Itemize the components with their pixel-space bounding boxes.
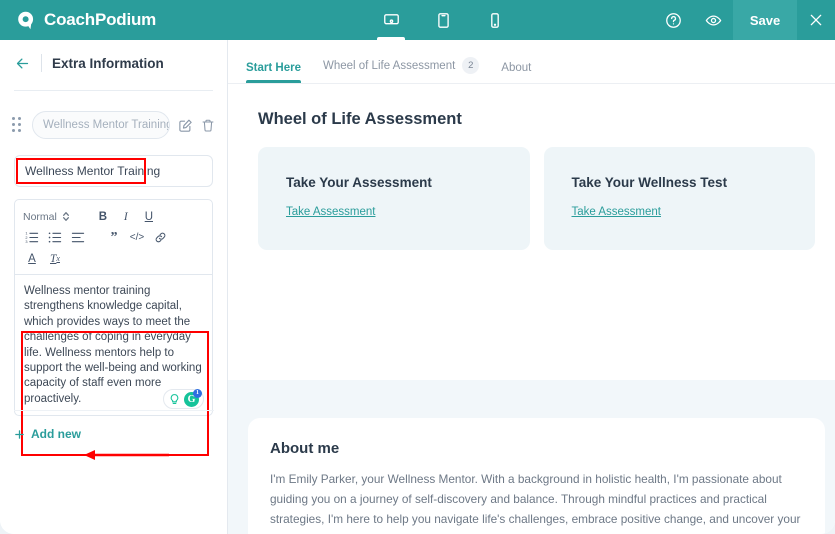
brand: CoachPodium [0,10,300,31]
title-input[interactable]: Wellness Mentor Training [14,155,213,187]
card-link[interactable]: Take Assessment [572,206,661,218]
brand-name: CoachPodium [44,10,157,29]
add-new-button[interactable]: Add new [14,427,81,441]
desktop-icon [383,13,399,24]
chevron-updown-icon [62,212,69,221]
help-circle-icon [665,12,681,28]
svg-text:2: 2 [25,236,27,240]
code-icon[interactable]: </> [128,229,146,247]
tab-start-here[interactable]: Start Here [246,62,301,83]
help-button[interactable] [653,0,693,40]
list-item: Wellness Mentor Training [0,105,227,145]
drag-handle-icon[interactable] [12,117,24,133]
device-mobile-button[interactable] [478,0,512,40]
delete-button[interactable] [201,118,215,133]
top-bar: CoachPodium Save [0,0,835,40]
device-desktop-button[interactable] [374,0,408,40]
svg-text:1: 1 [25,232,27,236]
svg-text:3: 3 [25,240,27,244]
sidebar-panel: Extra Information Wellness Mentor Traini… [0,40,228,534]
edit-button[interactable] [178,118,193,133]
link-icon[interactable] [151,229,169,247]
tab-label: About [501,62,532,74]
toolbar-row-1: Normal B I U [23,207,204,226]
bold-icon[interactable]: B [94,208,112,226]
close-icon [810,14,822,26]
device-tablet-button[interactable] [426,0,460,40]
add-new-section: Add new [0,410,228,441]
about-section: About me I'm Emily Parker, your Wellness… [248,418,825,534]
sidebar-rule [14,90,213,91]
tab-label: Start Here [246,62,301,74]
save-button[interactable]: Save [733,0,797,40]
card-link[interactable]: Take Assessment [286,206,375,218]
trash-icon [202,119,214,132]
tab-wheel-of-life-assessment[interactable]: Wheel of Life Assessment 2 [322,57,480,83]
about-text: I'm Emily Parker, your Wellness Mentor. … [270,472,801,534]
title-field-wrap: Wellness Mentor Training [14,155,213,187]
toolbar-row-3: A Tx [23,249,204,268]
tab-label: Wheel of Life Assessment [322,59,456,72]
item-name-readonly[interactable]: Wellness Mentor Training [32,111,170,139]
sidebar-header: Extra Information [0,44,227,82]
clear-format-icon[interactable]: Tx [46,250,64,268]
back-button[interactable] [14,56,31,71]
editor-content-area[interactable]: Wellness mentor training strengthens kno… [14,275,213,456]
card-title: Take Your Assessment [286,175,432,190]
speech-bubble-logo-icon [16,10,37,31]
body-row: Extra Information Wellness Mentor Traini… [0,40,835,534]
grammarly-g-icon: G 1 [184,388,202,407]
grammarly-badge[interactable]: G 1 [163,388,204,410]
about-title: About me [270,440,340,457]
close-button[interactable] [797,0,835,40]
plus-icon [15,429,24,439]
assessment-cards: Take Your Assessment Take Assessment Tak… [228,129,835,250]
format-select[interactable]: Normal [23,211,70,223]
text-color-icon[interactable]: A [23,250,41,268]
editor-toolbar: Normal B I U 1 2 3 ” </> A T x [14,199,213,275]
preview-pane: Start Here Wheel of Life Assessment 2 Ab… [228,40,835,534]
blockquote-icon[interactable]: ” [105,229,123,247]
page-title: Wheel of Life Assessment [258,110,462,128]
format-select-label: Normal [23,210,57,223]
mobile-icon [491,12,499,28]
card-title: Take Your Wellness Test [571,175,728,190]
ordered-list-icon[interactable]: 1 2 3 [23,229,41,247]
rich-text-editor: Normal B I U 1 2 3 ” </> A T x Wellness … [14,199,213,456]
italic-icon[interactable]: I [117,208,135,226]
edit-icon [179,119,192,132]
card-take-your-assessment: Take Your Assessment Take Assessment [258,147,530,250]
device-preview-group [374,0,512,40]
toolbar-row-2: 1 2 3 ” </> [23,228,204,247]
lightbulb-icon [170,393,179,404]
align-icon[interactable] [69,229,87,247]
sidebar-title: Extra Information [52,55,164,71]
add-new-label: Add new [31,427,81,441]
underline-icon[interactable]: U [140,208,158,226]
app-window: CoachPodium Save Extra Information Welln… [0,0,835,534]
tab-badge: 2 [462,57,480,74]
add-new-rule [14,410,214,411]
tablet-icon [437,12,449,28]
annotation-arrow-left-icon [84,450,169,460]
bullet-list-icon[interactable] [46,229,64,247]
arrow-left-icon [16,58,29,68]
preview-tabs: Start Here Wheel of Life Assessment 2 Ab… [228,40,835,84]
card-take-your-wellness-test: Take Your Wellness Test Take Assessment [543,147,815,250]
preview-button[interactable] [693,0,733,40]
grammarly-count-badge: 1 [193,388,202,398]
eye-icon [705,14,721,26]
header-divider [41,54,42,72]
topbar-actions: Save [653,0,835,40]
tab-about[interactable]: About [501,62,531,83]
